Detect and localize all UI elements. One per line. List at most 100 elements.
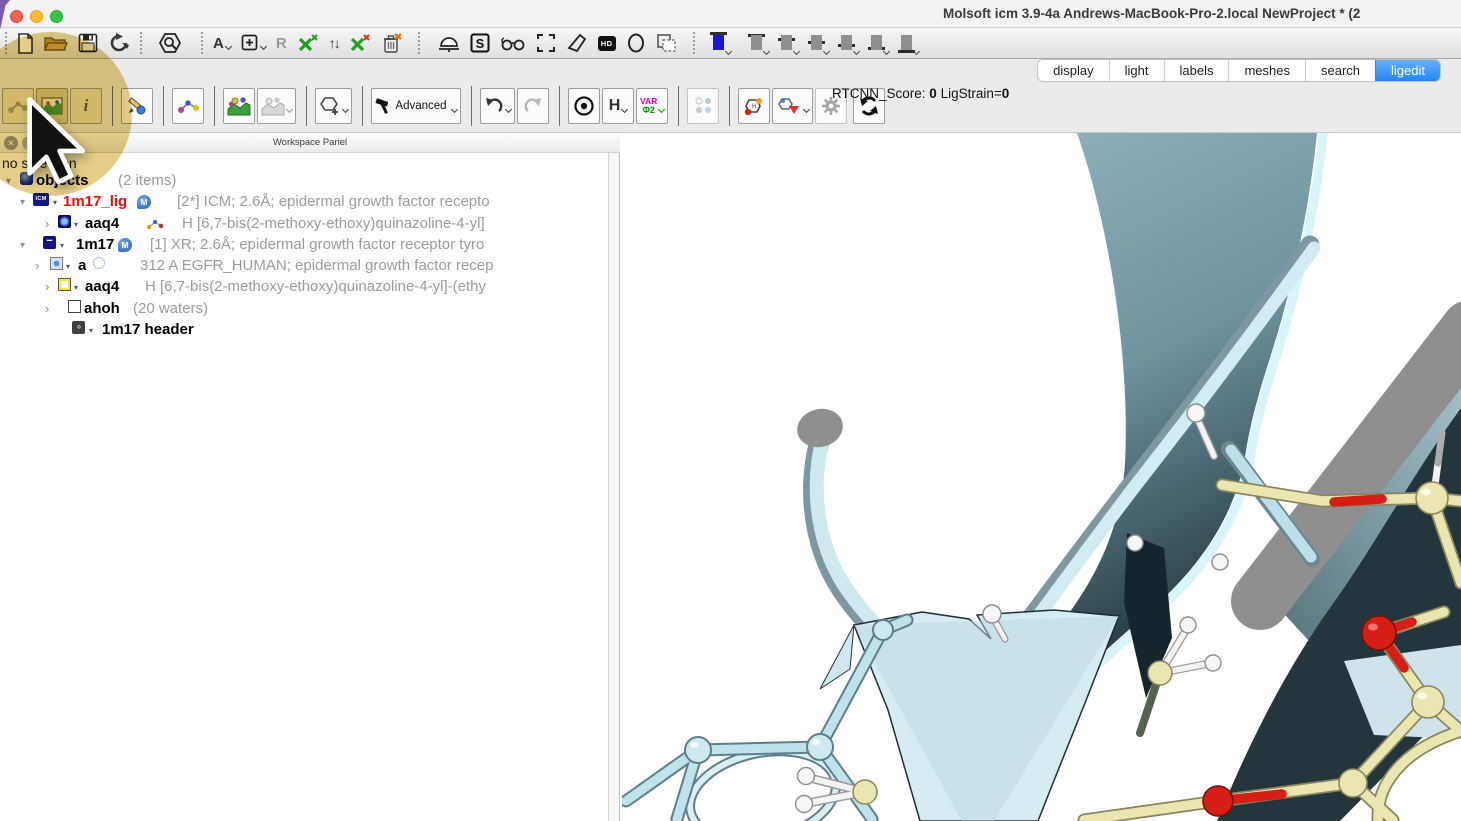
- add-fragment-button[interactable]: [315, 88, 352, 124]
- tree-row-ahoh[interactable]: › ahoh (20 waters): [0, 300, 606, 321]
- dropdown-caret-icon[interactable]: ▾: [66, 262, 70, 271]
- dropdown-caret-icon[interactable]: ▾: [74, 220, 78, 229]
- loop-tube-left: [793, 404, 894, 647]
- rep-style-6-button[interactable]: [895, 30, 919, 56]
- hd-quality-button[interactable]: HD: [593, 29, 621, 57]
- tab-ligedit[interactable]: ligedit: [1375, 60, 1440, 81]
- unselect-button[interactable]: [344, 29, 376, 57]
- chain-checkbox-icon[interactable]: [50, 257, 63, 270]
- object-name[interactable]: 1m17 header: [102, 321, 194, 338]
- object-name[interactable]: a: [78, 257, 86, 274]
- rep-style-1-button[interactable]: [745, 30, 769, 56]
- stereo-button[interactable]: [495, 29, 531, 57]
- residue-r-icon: R: [276, 35, 287, 52]
- save-button[interactable]: [73, 29, 103, 57]
- object-name[interactable]: 1m17_lig: [63, 193, 127, 210]
- tree-row-aaq4[interactable]: › ▾ aaq4 H [6,7-bis(2-methoxy-ethoxy)qui…: [0, 278, 606, 299]
- surface-button[interactable]: S: [465, 29, 495, 57]
- select-all-button[interactable]: [292, 29, 324, 57]
- minimize-window-icon[interactable]: [30, 10, 43, 23]
- tab-display[interactable]: display: [1038, 60, 1108, 81]
- ligstrain-label: LigStrain=: [941, 86, 1002, 101]
- pocket-surface-button[interactable]: [772, 88, 813, 124]
- chevron-expanded-icon[interactable]: ▾: [20, 240, 25, 251]
- tree-row-objects[interactable]: ▾ objects (2 items): [0, 172, 606, 193]
- label-font-button[interactable]: A: [208, 29, 236, 57]
- workspace-panel-header[interactable]: Workspace Panel: [0, 133, 620, 153]
- atoms-grid-button[interactable]: [687, 88, 719, 124]
- rep-style-5-button[interactable]: [865, 30, 889, 56]
- dropdown-caret-icon[interactable]: ▾: [53, 198, 57, 207]
- fullscreen-button[interactable]: [531, 29, 561, 57]
- view-tabs: display light labels meshes search liged…: [1037, 59, 1441, 82]
- table-molecule-gray-button[interactable]: [257, 88, 296, 124]
- molecule-faded-icon: [7, 96, 29, 116]
- ligand-checkbox-icon[interactable]: [58, 278, 71, 291]
- rep-style-2-button[interactable]: [775, 30, 799, 56]
- chevron-collapsed-icon[interactable]: ›: [45, 279, 49, 294]
- pocket-atoms-button[interactable]: H: [738, 88, 770, 124]
- separator: [693, 32, 695, 54]
- redo-button[interactable]: [517, 88, 549, 124]
- open-file-button[interactable]: [39, 29, 73, 57]
- title-bar[interactable]: Molsoft icm 3.9-4a Andrews-MacBook-Pro-2…: [0, 0, 1461, 28]
- rep-style-wire-button[interactable]: [707, 30, 731, 56]
- pencil-edit-icon: [126, 96, 148, 116]
- svg-text:H: H: [752, 104, 756, 110]
- tab-labels[interactable]: labels: [1164, 60, 1229, 81]
- duplicate-view-button[interactable]: [651, 29, 683, 57]
- chevron-down-icon: [505, 105, 512, 112]
- new-document-button[interactable]: [12, 29, 39, 57]
- object-name[interactable]: 1m17: [76, 236, 114, 253]
- perspective-button[interactable]: [561, 29, 593, 57]
- edit-ligand-button[interactable]: [121, 88, 153, 124]
- rep-style-4-button[interactable]: [835, 30, 859, 56]
- tab-search[interactable]: search: [1305, 60, 1375, 81]
- database-search-button[interactable]: [153, 29, 187, 57]
- chevron-collapsed-icon[interactable]: ›: [45, 301, 49, 316]
- tree-row-aaq4-lig[interactable]: › ▾ aaq4 H [6,7-bis(2-methoxy-ethoxy)qui…: [0, 215, 606, 236]
- tree-row-1m17[interactable]: ▾ − ▾ 1m17 M [1] XR; 2.6Å; epidermal gro…: [0, 236, 606, 257]
- save-floppy-icon: [78, 33, 98, 53]
- tree-row-1m17-header[interactable]: ‹› ▾ 1m17 header: [0, 321, 606, 342]
- sync-button[interactable]: [103, 29, 135, 57]
- chevron-expanded-icon[interactable]: ▾: [20, 197, 25, 208]
- object-name[interactable]: aaq4: [85, 215, 119, 232]
- close-window-icon[interactable]: [10, 10, 23, 23]
- ligand-properties-button[interactable]: [172, 88, 204, 124]
- chevron-collapsed-icon[interactable]: ›: [45, 216, 49, 231]
- undo-button[interactable]: [480, 88, 515, 124]
- rep-style-3-button[interactable]: [805, 30, 829, 56]
- occupancy-button[interactable]: [621, 29, 651, 57]
- dropdown-caret-icon[interactable]: ▾: [60, 241, 64, 250]
- chevron-expanded-icon[interactable]: ▾: [6, 176, 11, 187]
- viewport-3d[interactable]: [622, 133, 1461, 821]
- torsion-target-button[interactable]: [568, 88, 600, 124]
- table-molecule-button[interactable]: [223, 88, 255, 124]
- tab-light[interactable]: light: [1109, 60, 1164, 81]
- tree-row-1m17-lig[interactable]: ▾ ICM ▾ 1m17_lig M [2*] ICM; 2.6Å; epide…: [0, 193, 606, 214]
- display-style-button[interactable]: [433, 29, 465, 57]
- tree-row-chain-a[interactable]: › ▾ a 312 A EGFR_HUMAN; epidermal growth…: [0, 257, 606, 278]
- delete-button[interactable]: [376, 29, 408, 57]
- dropdown-caret-icon[interactable]: ▾: [74, 283, 78, 292]
- variables-button[interactable]: VAR Φ2: [636, 88, 668, 124]
- hammer-icon: [375, 98, 392, 114]
- residue-label-button[interactable]: R: [271, 29, 292, 57]
- tab-meshes[interactable]: meshes: [1228, 60, 1305, 81]
- object-name[interactable]: ahoh: [84, 300, 120, 317]
- add-label-button[interactable]: [236, 29, 271, 57]
- sort-button[interactable]: ↑↓: [324, 29, 344, 57]
- object-name[interactable]: aaq4: [85, 278, 119, 295]
- hydrogens-button[interactable]: H: [602, 88, 634, 124]
- dropdown-caret-icon[interactable]: ▾: [89, 326, 93, 335]
- chevron-collapsed-icon[interactable]: ›: [35, 258, 39, 273]
- waters-checkbox-icon[interactable]: [68, 300, 81, 313]
- advanced-button[interactable]: Advanced: [371, 88, 461, 124]
- sync-icon: [108, 32, 130, 54]
- zoom-window-icon[interactable]: [50, 10, 63, 23]
- minus-box-icon: −: [43, 236, 56, 249]
- panel-close-icon[interactable]: ✕: [4, 136, 18, 150]
- separator: [112, 86, 113, 126]
- workspace-scrollbar[interactable]: [608, 153, 619, 821]
